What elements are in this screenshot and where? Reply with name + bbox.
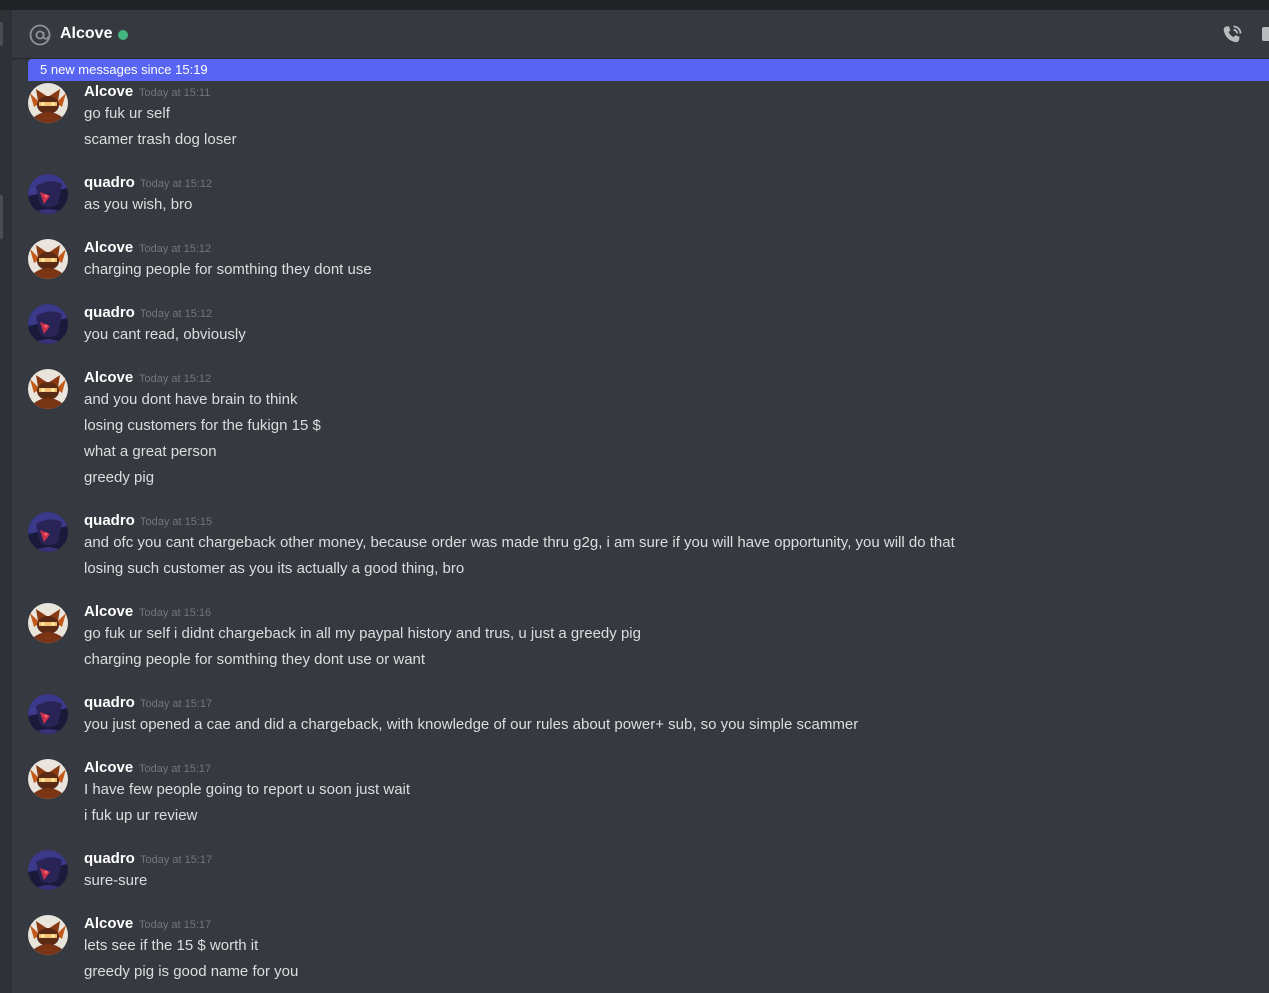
message-timestamp: Today at 15:17 [140, 698, 213, 710]
video-icon[interactable] [1262, 27, 1269, 41]
username[interactable]: quadro [84, 693, 135, 713]
message-text: charging people for somthing they dont u… [84, 651, 426, 668]
message-timestamp: Today at 15:11 [139, 87, 211, 99]
message-text: losing such customer as you its actually… [84, 560, 465, 577]
app-window: Alcove 5 new messages since 15:19 Alcove… [0, 0, 1269, 993]
username[interactable]: Alcove [84, 914, 133, 934]
quadro-avatar[interactable] [28, 174, 68, 214]
phone-call-icon[interactable] [1220, 23, 1244, 47]
message-timestamp: Today at 15:15 [140, 516, 213, 528]
new-messages-label: 5 new messages since 15:19 [40, 62, 208, 77]
new-messages-bar[interactable]: 5 new messages since 15:19 [28, 59, 1269, 81]
username[interactable]: Alcove [84, 602, 133, 622]
message-text: and ofc you cant chargeback other money,… [84, 534, 955, 551]
message-timestamp: Today at 15:12 [140, 308, 213, 320]
username[interactable]: quadro [84, 849, 135, 869]
username[interactable]: quadro [84, 303, 135, 323]
message-timestamp: Today at 15:17 [139, 919, 212, 931]
message-timestamp: Today at 15:17 [140, 854, 213, 866]
message-text: charging people for somthing they dont u… [84, 261, 372, 278]
message-text: and you dont have brain to think [84, 391, 298, 408]
scroll-nub [0, 22, 3, 46]
alcove-avatar[interactable] [28, 239, 68, 279]
username[interactable]: quadro [84, 173, 135, 193]
message-text: I have few people going to report u soon… [84, 781, 411, 798]
message-text: go fuk ur self i didnt chargeback in all… [84, 625, 641, 642]
username[interactable]: Alcove [84, 238, 133, 258]
message-text: you just opened a cae and did a chargeba… [84, 716, 859, 733]
message-text: sure-sure [84, 872, 148, 889]
left-gutter [0, 10, 12, 993]
quadro-avatar[interactable] [28, 512, 68, 552]
message-timestamp: Today at 15:12 [139, 373, 212, 385]
message-text: scamer trash dog loser [84, 131, 237, 148]
message-text: you cant read, obviously [84, 326, 246, 343]
title-strip [0, 0, 1269, 10]
quadro-avatar[interactable] [28, 850, 68, 890]
quadro-avatar[interactable] [28, 694, 68, 734]
alcove-avatar[interactable] [28, 759, 68, 799]
alcove-avatar[interactable] [28, 915, 68, 955]
message-text: go fuk ur self [84, 105, 170, 122]
online-status-dot [118, 30, 128, 40]
quadro-avatar[interactable] [28, 304, 68, 344]
username[interactable]: Alcove [84, 368, 133, 388]
channel-title: Alcove [60, 25, 113, 42]
message-timestamp: Today at 15:16 [139, 607, 212, 619]
message-text: losing customers for the fukign 15 $ [84, 417, 321, 434]
channel-header: Alcove [12, 10, 1269, 58]
message-text: i fuk up ur review [84, 807, 198, 824]
username[interactable]: Alcove [84, 758, 133, 778]
message-text: greedy pig [84, 469, 155, 486]
message-text: what a great person [84, 443, 217, 460]
message-timestamp: Today at 15:17 [139, 763, 212, 775]
alcove-avatar[interactable] [28, 369, 68, 409]
message-timestamp: Today at 15:12 [139, 243, 212, 255]
message-list: Alcove Today at 15:11 go fuk ur self scamer… [12, 81, 1269, 993]
scroll-nub [0, 195, 3, 239]
message-timestamp: Today at 15:12 [140, 178, 213, 190]
username[interactable]: quadro [84, 511, 135, 531]
message-text: as you wish, bro [84, 196, 193, 213]
message-text: lets see if the 15 $ worth it [84, 937, 259, 954]
username[interactable]: Alcove [84, 82, 133, 102]
alcove-avatar[interactable] [28, 603, 68, 643]
at-icon [29, 24, 51, 46]
message-text: greedy pig is good name for you [84, 963, 299, 980]
alcove-avatar[interactable] [28, 83, 68, 123]
